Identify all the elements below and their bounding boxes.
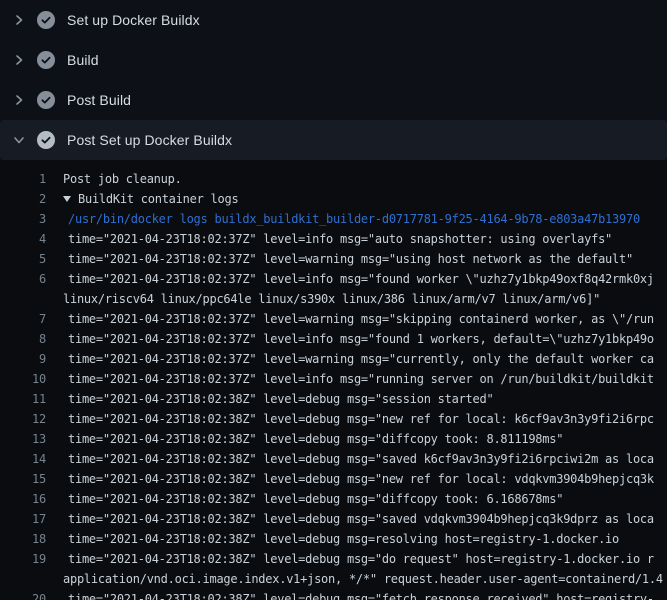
log-line: 5 time="2021-04-23T18:02:37Z" level=warn… [0, 249, 667, 269]
step-header[interactable]: Build [0, 40, 667, 80]
log-line-number[interactable]: 8 [0, 329, 46, 349]
log-line-text: time="2021-04-23T18:02:38Z" level=debug … [46, 449, 654, 469]
log-line-number[interactable]: 16 [0, 489, 46, 509]
log-line-number[interactable]: 4 [0, 229, 46, 249]
log-line: 15 time="2021-04-23T18:02:38Z" level=deb… [0, 469, 667, 489]
log-line-text: linux/riscv64 linux/ppc64le linux/s390x … [46, 289, 600, 309]
log-line: 9 time="2021-04-23T18:02:37Z" level=warn… [0, 349, 667, 369]
check-circle-icon [37, 131, 55, 149]
log-line-text: time="2021-04-23T18:02:38Z" level=debug … [46, 589, 654, 600]
chevron-right-icon [13, 54, 25, 66]
log-line: 17 time="2021-04-23T18:02:38Z" level=deb… [0, 509, 667, 529]
log-line-text: time="2021-04-23T18:02:38Z" level=debug … [46, 409, 654, 429]
step-label: Set up Docker Buildx [67, 12, 200, 28]
log-line: 11 time="2021-04-23T18:02:38Z" level=deb… [0, 389, 667, 409]
log-line-number[interactable]: 2 [0, 189, 46, 209]
log-line: 1 Post job cleanup. [0, 169, 667, 189]
log-line-number[interactable]: 7 [0, 309, 46, 329]
log-line: 13 time="2021-04-23T18:02:38Z" level=deb… [0, 429, 667, 449]
log-line-number[interactable]: 15 [0, 469, 46, 489]
log-line-text: time="2021-04-23T18:02:38Z" level=debug … [46, 469, 654, 489]
log-line-text: time="2021-04-23T18:02:37Z" level=warnin… [46, 349, 654, 369]
step-label: Build [67, 52, 99, 68]
log-line-text: time="2021-04-23T18:02:38Z" level=debug … [46, 529, 619, 549]
log-line-text: time="2021-04-23T18:02:37Z" level=info m… [46, 369, 654, 389]
check-circle-icon [37, 11, 55, 29]
log-line-number[interactable] [0, 569, 46, 589]
step-header[interactable]: Post Set up Docker Buildx [0, 120, 667, 160]
log-line-text: BuildKit container logs [46, 189, 238, 209]
log-line: 4 time="2021-04-23T18:02:37Z" level=info… [0, 229, 667, 249]
log-line-text: application/vnd.oci.image.index.v1+json,… [46, 569, 663, 589]
log-line: 7 time="2021-04-23T18:02:37Z" level=warn… [0, 309, 667, 329]
group-collapse-icon [63, 196, 71, 202]
log-line: 19 time="2021-04-23T18:02:38Z" level=deb… [0, 549, 667, 569]
log-line-text: /usr/bin/docker logs buildx_buildkit_bui… [46, 209, 640, 229]
log-line-text: time="2021-04-23T18:02:37Z" level=warnin… [46, 249, 633, 269]
log-line-number[interactable]: 10 [0, 369, 46, 389]
log-line: linux/riscv64 linux/ppc64le linux/s390x … [0, 289, 667, 309]
log-line: 12 time="2021-04-23T18:02:38Z" level=deb… [0, 409, 667, 429]
chevron-down-icon [13, 134, 25, 146]
steps-list: Set up Docker Buildx Build P [0, 0, 667, 160]
log-line-text: time="2021-04-23T18:02:38Z" level=debug … [46, 549, 654, 569]
log-line-number[interactable]: 18 [0, 529, 46, 549]
log-line-text: Post job cleanup. [46, 169, 182, 189]
log-line-number[interactable] [0, 289, 46, 309]
step-header[interactable]: Set up Docker Buildx [0, 0, 667, 40]
log-line: 8 time="2021-04-23T18:02:37Z" level=info… [0, 329, 667, 349]
log-line[interactable]: 2 BuildKit container logs [0, 189, 667, 209]
log-line-text: time="2021-04-23T18:02:38Z" level=debug … [46, 509, 654, 529]
log-line: 14 time="2021-04-23T18:02:38Z" level=deb… [0, 449, 667, 469]
check-circle-icon [37, 91, 55, 109]
log-line-number[interactable]: 9 [0, 349, 46, 369]
log-line-text: time="2021-04-23T18:02:37Z" level=warnin… [46, 309, 654, 329]
log-line-text: time="2021-04-23T18:02:37Z" level=info m… [46, 229, 612, 249]
check-circle-icon [37, 51, 55, 69]
log-line-number[interactable]: 20 [0, 589, 46, 600]
log-line: application/vnd.oci.image.index.v1+json,… [0, 569, 667, 589]
log-line-number[interactable]: 17 [0, 509, 46, 529]
log-line-text: time="2021-04-23T18:02:37Z" level=info m… [46, 269, 654, 289]
log-line-number[interactable]: 13 [0, 429, 46, 449]
log-area[interactable]: 1 Post job cleanup. 2 BuildKit container… [0, 160, 667, 600]
log-line-text: time="2021-04-23T18:02:37Z" level=info m… [46, 329, 654, 349]
log-line: 20 time="2021-04-23T18:02:38Z" level=deb… [0, 589, 667, 600]
step-label: Post Build [67, 92, 131, 108]
log-line-text: time="2021-04-23T18:02:38Z" level=debug … [46, 389, 493, 409]
log-line: 16 time="2021-04-23T18:02:38Z" level=deb… [0, 489, 667, 509]
log-line-number[interactable]: 3 [0, 209, 46, 229]
log-line-text: time="2021-04-23T18:02:38Z" level=debug … [46, 429, 563, 449]
log-line-number[interactable]: 11 [0, 389, 46, 409]
log-line: 3 /usr/bin/docker logs buildx_buildkit_b… [0, 209, 667, 229]
log-line-number[interactable]: 6 [0, 269, 46, 289]
log-line-number[interactable]: 5 [0, 249, 46, 269]
log-line-number[interactable]: 12 [0, 409, 46, 429]
actions-log-viewer: Set up Docker Buildx Build P [0, 0, 667, 600]
log-line-number[interactable]: 14 [0, 449, 46, 469]
chevron-right-icon [13, 14, 25, 26]
chevron-right-icon [13, 94, 25, 106]
step-header[interactable]: Post Build [0, 80, 667, 120]
log-line-number[interactable]: 1 [0, 169, 46, 189]
log-line: 6 time="2021-04-23T18:02:37Z" level=info… [0, 269, 667, 289]
log-line-text: time="2021-04-23T18:02:38Z" level=debug … [46, 489, 563, 509]
log-line-number[interactable]: 19 [0, 549, 46, 569]
log-line: 10 time="2021-04-23T18:02:37Z" level=inf… [0, 369, 667, 389]
step-label: Post Set up Docker Buildx [67, 132, 232, 148]
log-line: 18 time="2021-04-23T18:02:38Z" level=deb… [0, 529, 667, 549]
